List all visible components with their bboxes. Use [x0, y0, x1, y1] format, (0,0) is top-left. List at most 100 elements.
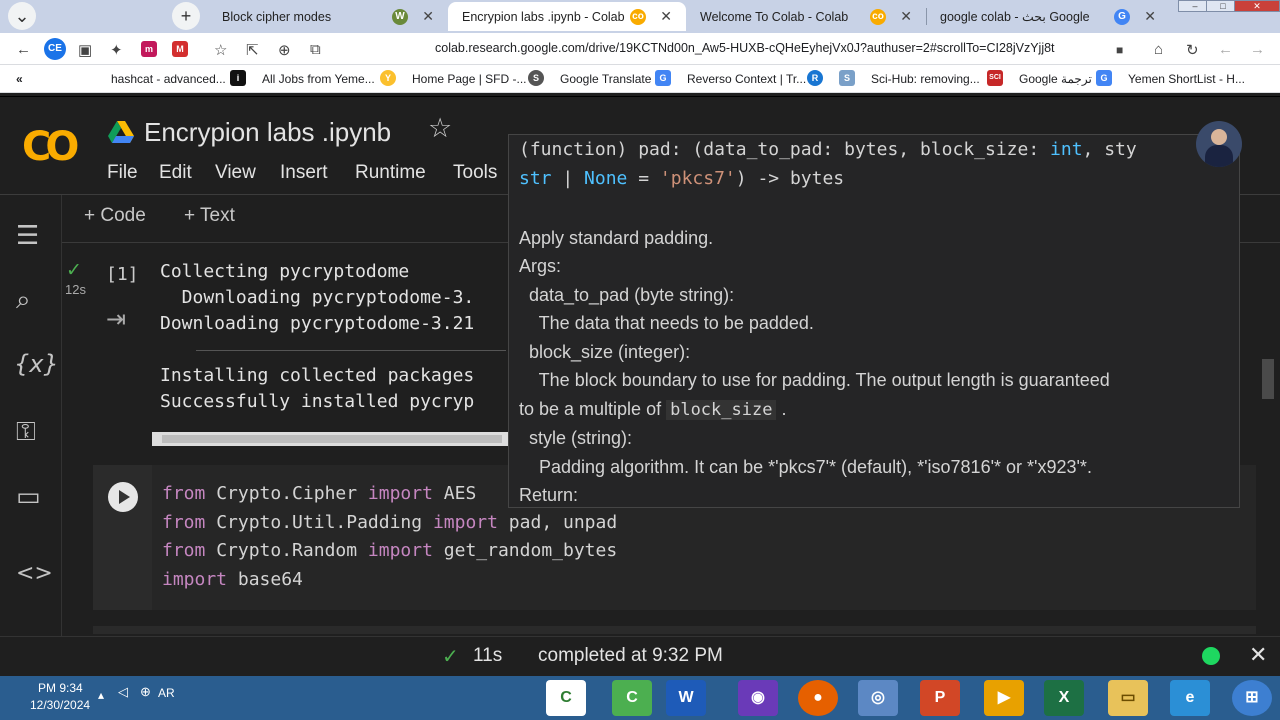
firefox-icon[interactable]: ● — [798, 680, 838, 716]
tab-encryption-labs[interactable]: Encrypion labs .ipynb - Colab co ✕ — [448, 2, 686, 31]
network-icon[interactable]: ⊕ — [140, 684, 151, 700]
folder-icon[interactable]: ▭ — [16, 482, 41, 512]
chrome-icon[interactable]: ◎ — [858, 680, 898, 716]
cell-duration: 12s — [65, 282, 86, 297]
back-icon[interactable]: ← — [1218, 41, 1233, 58]
code-line[interactable]: from Crypto.Cipher import AES — [162, 483, 476, 504]
forward-icon[interactable]: → — [1250, 41, 1265, 58]
output-toggle-icon[interactable]: ⇥ — [106, 305, 126, 334]
bookmark-item[interactable]: hashcat - advanced... — [111, 72, 226, 86]
menu-insert[interactable]: Insert — [280, 162, 328, 184]
close-icon[interactable]: ✕ — [660, 8, 672, 25]
bookmarks-overflow-icon[interactable]: « — [16, 72, 23, 86]
status-text: completed at 9:32 PM — [538, 645, 723, 666]
media-player-icon[interactable]: ▶ — [984, 680, 1024, 716]
translate-icon[interactable]: ⧉ — [310, 41, 321, 58]
close-icon[interactable]: ✕ — [422, 8, 434, 25]
run-cell-button[interactable] — [108, 482, 138, 512]
doc-line: block_size (integer): — [519, 342, 691, 362]
start-button[interactable]: ⊞ — [1232, 680, 1272, 716]
share-icon[interactable]: ⇱ — [246, 41, 259, 59]
sidebar-icon[interactable]: ▣ — [78, 41, 92, 59]
output-scrollbar[interactable] — [152, 432, 508, 446]
signature-line: str | None = 'pkcs7') -> bytes — [519, 168, 845, 189]
menu-runtime[interactable]: Runtime — [355, 162, 426, 184]
doc-line: Apply standard padding. — [519, 228, 714, 248]
powerpoint-icon[interactable]: P — [920, 680, 960, 716]
extensions-icon[interactable]: ✦ — [110, 41, 123, 59]
word-icon[interactable]: W — [666, 680, 706, 716]
bookmark-favicon: G — [1096, 70, 1112, 86]
bookmark-favicon: i — [230, 70, 246, 86]
variables-icon[interactable]: {x} — [14, 350, 59, 378]
code-line[interactable]: from Crypto.Util.Padding import pad, unp… — [162, 512, 617, 533]
close-icon[interactable]: ✕ — [1144, 8, 1156, 25]
language-indicator[interactable]: AR — [158, 686, 175, 700]
bookmark-favicon: Y — [380, 70, 396, 86]
excel-icon[interactable]: X — [1044, 680, 1084, 716]
drive-icon[interactable] — [108, 121, 134, 143]
code-line[interactable]: from Crypto.Random import get_random_byt… — [162, 540, 617, 561]
zoom-icon[interactable]: ⊕ — [278, 41, 291, 59]
clock-date[interactable]: 12/30/2024 — [30, 698, 90, 712]
colab-icon: co — [630, 9, 646, 25]
profile-ce-icon[interactable]: CE — [44, 38, 66, 60]
output-line: Downloading pycryptodome-3.21 — [160, 313, 475, 334]
app-icon[interactable]: ◉ — [738, 680, 778, 716]
url-field[interactable]: colab.research.google.com/drive/19KCTNd0… — [435, 41, 1055, 55]
bookmark-item[interactable]: Google ترجمة — [1019, 72, 1092, 86]
close-window-button[interactable]: ✕ — [1234, 0, 1280, 12]
bookmark-item[interactable]: Reverso Context | Tr... — [687, 72, 806, 86]
new-tab-button[interactable]: + — [172, 2, 200, 30]
camtasia-icon[interactable]: C — [546, 680, 586, 716]
internet-explorer-icon[interactable]: e — [1170, 680, 1210, 716]
menu-view[interactable]: View — [215, 162, 256, 184]
tab-block-cipher[interactable]: Block cipher modes W ✕ — [208, 2, 448, 31]
bookmark-favicon: G — [655, 70, 671, 86]
home-icon[interactable]: ⌂ — [1154, 41, 1163, 58]
camtasia-recorder-icon[interactable]: C — [612, 680, 652, 716]
extension-icon[interactable]: M — [172, 41, 188, 57]
tab-search-icon[interactable]: ⌄ — [8, 2, 36, 30]
bookmark-item[interactable]: All Jobs from Yeme... — [262, 72, 375, 86]
tab-label: Encrypion labs .ipynb - Colab — [462, 9, 625, 24]
reload-icon[interactable]: ↻ — [1186, 41, 1199, 59]
menu-file[interactable]: File — [107, 162, 138, 184]
scrollbar-thumb[interactable] — [162, 435, 502, 443]
bookmark-item[interactable]: Sci-Hub: removing... — [871, 72, 980, 86]
code-line[interactable]: import base64 — [162, 569, 303, 590]
next-cell[interactable] — [93, 626, 1256, 634]
bookmark-item[interactable]: Yemen ShortList - H... — [1128, 72, 1245, 86]
tab-google-search[interactable]: google colab - بحث Google G ✕ — [926, 2, 1170, 31]
close-icon[interactable]: ✕ — [1249, 642, 1267, 668]
doc-line: style (string): — [519, 428, 633, 448]
avatar[interactable] — [1196, 121, 1242, 167]
notebook-title[interactable]: Encrypion labs .ipynb — [144, 117, 391, 148]
bookmark-star-icon[interactable]: ☆ — [214, 41, 227, 59]
file-explorer-icon[interactable]: ▭ — [1108, 680, 1148, 716]
bookmark-item[interactable]: Home Page | SFD -... — [412, 72, 527, 86]
bookmark-item[interactable]: Google Translate — [560, 72, 651, 86]
key-icon[interactable]: ⚿ — [16, 417, 36, 448]
doc-line: data_to_pad (byte string): — [519, 285, 735, 305]
back-arrow-icon[interactable]: ← — [16, 41, 31, 58]
add-code-button[interactable]: + Code — [84, 205, 146, 227]
colab-logo[interactable]: CO — [22, 124, 79, 170]
menu-edit[interactable]: Edit — [159, 162, 192, 184]
tab-welcome-colab[interactable]: Welcome To Colab - Colab co ✕ — [686, 2, 926, 31]
runtime-status-dot[interactable] — [1202, 647, 1220, 665]
toc-icon[interactable]: ☰ — [16, 221, 39, 251]
menu-tools[interactable]: Tools — [453, 162, 497, 184]
lock-icon: ■ — [1116, 43, 1124, 57]
add-text-button[interactable]: + Text — [184, 205, 235, 227]
volume-icon[interactable]: ◁ — [118, 684, 128, 700]
code-snippets-icon[interactable]: <> — [16, 561, 53, 586]
clock-time[interactable]: PM 9:34 — [38, 681, 83, 695]
extension-icon[interactable]: m — [141, 41, 157, 57]
tray-arrow-icon[interactable]: ▴ — [98, 688, 104, 702]
search-icon[interactable]: ⌕ — [16, 285, 31, 316]
star-icon[interactable]: ☆ — [428, 113, 452, 144]
google-icon: G — [1114, 9, 1130, 25]
close-icon[interactable]: ✕ — [900, 8, 912, 25]
vertical-scrollbar[interactable] — [1262, 359, 1274, 399]
